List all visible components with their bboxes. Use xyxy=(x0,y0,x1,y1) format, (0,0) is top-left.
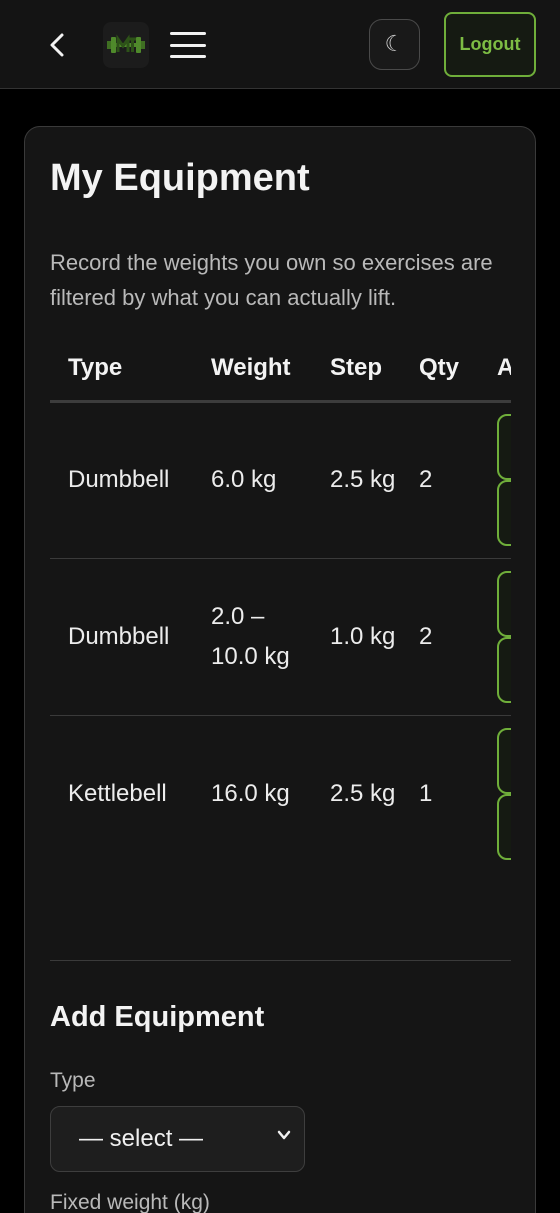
type-select[interactable]: — select — xyxy=(50,1106,305,1172)
cell-qty: 2 xyxy=(401,401,479,559)
fixed-weight-field-label: Fixed weight (kg) xyxy=(50,1191,210,1213)
cell-weight: 2.0 – 10.0 kg xyxy=(193,558,312,716)
menu-bar xyxy=(170,43,206,47)
section-divider xyxy=(50,960,511,961)
type-field-label: Type xyxy=(50,1069,96,1092)
column-header-actions: Actions xyxy=(479,337,511,403)
cell-qty: 2 xyxy=(401,558,479,716)
cell-weight: 16.0 kg xyxy=(193,715,312,872)
hamburger-menu-button[interactable] xyxy=(168,28,208,62)
chevron-left-icon xyxy=(50,33,64,57)
cell-weight: 6.0 kg xyxy=(193,401,312,559)
edit-button[interactable] xyxy=(497,570,511,637)
edit-button[interactable] xyxy=(497,414,511,480)
cell-step: 1.0 kg xyxy=(312,558,401,716)
equipment-card: My Equipment Record the weights you own … xyxy=(24,126,536,1213)
cell-step: 2.5 kg xyxy=(312,401,401,559)
chevron-down-icon xyxy=(277,1130,291,1140)
back-button[interactable] xyxy=(40,26,74,64)
equipment-table-scroll[interactable]: Type Weight Step Qty Actions Dumbbell 6.… xyxy=(50,337,511,872)
edit-button[interactable] xyxy=(497,727,511,794)
page-title: My Equipment xyxy=(50,157,310,199)
cell-step: 2.5 kg xyxy=(312,715,401,872)
page-description: Record the weights you own so exercises … xyxy=(50,250,493,310)
column-header-qty: Qty xyxy=(401,337,479,403)
type-select-value: — select — xyxy=(79,1125,204,1152)
menu-bar xyxy=(170,32,206,35)
app-logo[interactable] xyxy=(103,22,149,68)
cell-actions xyxy=(479,715,511,872)
cell-actions xyxy=(479,401,511,559)
column-header-type: Type xyxy=(50,337,193,403)
cell-type: Dumbbell xyxy=(50,401,193,559)
theme-toggle-button[interactable]: ☾ xyxy=(369,19,420,70)
column-header-step: Step xyxy=(312,337,401,403)
menu-bar xyxy=(170,55,206,58)
cell-qty: 1 xyxy=(401,715,479,872)
row-actions xyxy=(497,414,511,546)
cell-type: Dumbbell xyxy=(50,558,193,716)
table-row: Dumbbell 2.0 – 10.0 kg 1.0 kg 2 xyxy=(50,558,511,716)
delete-button[interactable] xyxy=(497,793,511,860)
top-navbar: ☾ Logout xyxy=(0,0,560,89)
cell-actions xyxy=(479,558,511,716)
table-header-row: Type Weight Step Qty Actions xyxy=(50,337,511,403)
row-actions xyxy=(497,727,511,860)
column-header-weight: Weight xyxy=(193,337,312,403)
row-actions xyxy=(497,570,511,703)
moon-icon: ☾ xyxy=(384,32,405,57)
equipment-table: Type Weight Step Qty Actions Dumbbell 6.… xyxy=(50,337,511,872)
add-equipment-title: Add Equipment xyxy=(50,1001,265,1033)
table-row: Dumbbell 6.0 kg 2.5 kg 2 xyxy=(50,401,511,559)
table-row: Kettlebell 16.0 kg 2.5 kg 1 xyxy=(50,715,511,872)
logout-button[interactable]: Logout xyxy=(444,12,536,77)
dumbbell-logo-icon xyxy=(107,34,145,53)
delete-button[interactable] xyxy=(497,636,511,703)
delete-button[interactable] xyxy=(497,480,511,546)
cell-type: Kettlebell xyxy=(50,715,193,872)
